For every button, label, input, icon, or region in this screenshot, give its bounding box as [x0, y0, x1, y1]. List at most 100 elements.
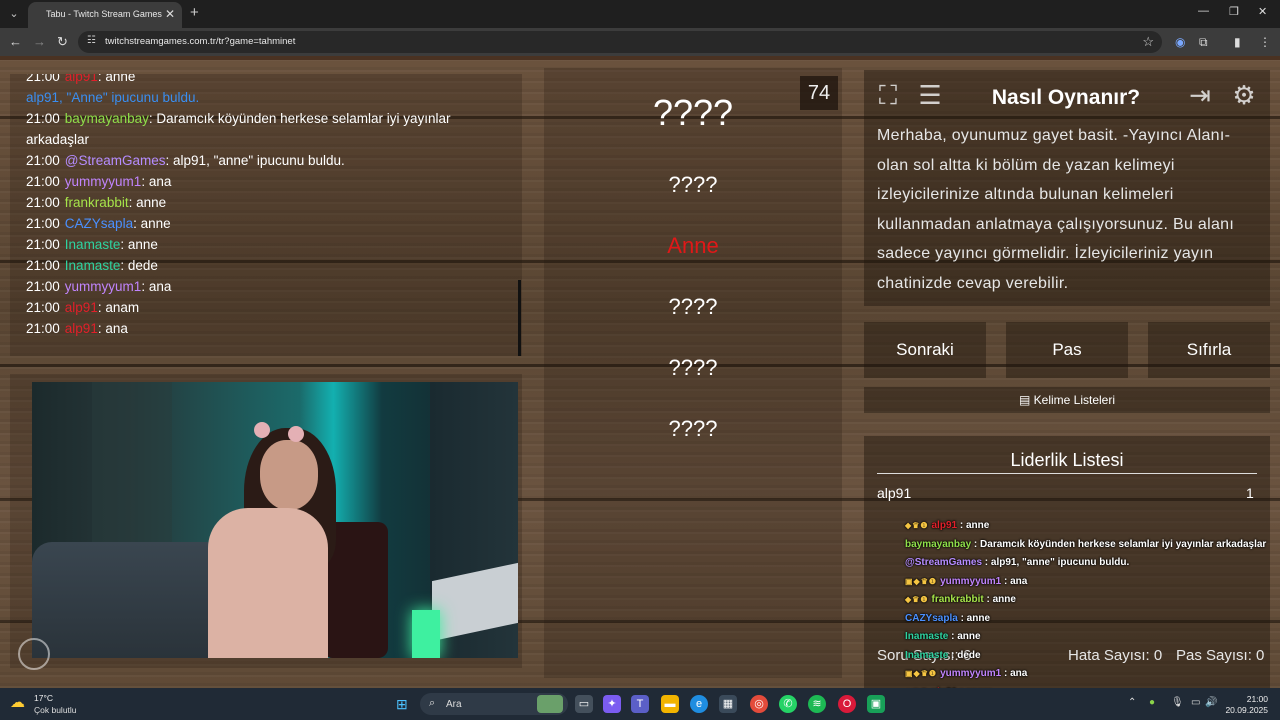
tray-app-icon[interactable]: ●	[1149, 697, 1155, 708]
document-icon[interactable]: ☰	[913, 78, 947, 112]
game-app-icon[interactable]: ▣	[867, 695, 885, 713]
url-text[interactable]: twitchstreamgames.com.tr/tr?game=tahmine…	[105, 36, 295, 47]
word-lists-button[interactable]: ▤ Kelime Listeleri	[864, 387, 1270, 413]
chat-text: : ana	[97, 321, 128, 336]
copilot-icon[interactable]: ✦	[603, 695, 621, 713]
chat-timestamp: 21:00	[26, 216, 60, 231]
settings-gear-icon[interactable]: ⚙	[1227, 78, 1261, 112]
browser-tab[interactable]: Tabu - Twitch Stream Games ✕	[28, 2, 182, 28]
bookmark-star-icon[interactable]: ☆	[1142, 34, 1154, 50]
chat-username[interactable]: frankrabbit	[65, 195, 129, 210]
site-info-icon[interactable]: ☷	[87, 35, 96, 46]
extension-icon[interactable]: ◉	[1175, 35, 1185, 49]
webcam-door	[92, 382, 172, 542]
tab-close-icon[interactable]: ✕	[165, 7, 175, 21]
chat-username[interactable]: alp91,	[26, 90, 67, 105]
chat-message: 21:00 yummyyum1: ana	[26, 171, 476, 192]
window-close-icon[interactable]: ✕	[1258, 5, 1267, 18]
chat-username[interactable]: Inamaste	[65, 258, 121, 273]
chat-username[interactable]: @StreamGames	[65, 153, 166, 168]
chat-badges-icon: ▣◆♛❶	[905, 576, 938, 586]
error-count: Hata Sayısı: 0	[1068, 647, 1163, 664]
overlay-chat-message: ▣◆♛❶ yummyyum1 : ana	[905, 576, 1027, 587]
reset-button[interactable]: Sıfırla	[1148, 322, 1270, 378]
forward-icon[interactable]: →	[33, 34, 46, 49]
overlay-chat-text: : anne	[957, 612, 991, 624]
chat-timestamp: 21:00	[26, 258, 60, 273]
chrome-icon[interactable]: ◎	[750, 695, 768, 713]
overlay-chat-username: CAZYsapla	[905, 612, 958, 624]
widget-app-icon[interactable]	[537, 695, 563, 713]
taboo-word: ????	[668, 172, 718, 197]
profile-avatar-icon[interactable]: ▮	[1234, 35, 1241, 49]
chat-username[interactable]: yummyyum1	[65, 174, 142, 189]
tab-search-icon[interactable]: ⌄	[6, 6, 22, 22]
overlay-chat-username: yummyyum1	[940, 668, 1002, 679]
weather-temperature[interactable]: 17°C	[34, 693, 53, 703]
opera-icon[interactable]: O	[838, 695, 856, 713]
edge-browser-icon[interactable]: e	[690, 695, 708, 713]
microphone-icon[interactable]: 🎙	[1171, 697, 1184, 708]
overlay-chat-text: : alp91, "anne" ipucunu buldu.	[982, 557, 1130, 568]
address-bar[interactable]: ☷ twitchstreamgames.com.tr/tr?game=tahmi…	[78, 31, 1162, 53]
spotify-icon[interactable]: ≋	[808, 695, 826, 713]
tab-bar: ⌄ Tabu - Twitch Stream Games ✕ + — ❐ ✕	[0, 0, 1280, 28]
restore-icon[interactable]: ❐	[1229, 5, 1239, 18]
overlay-chat-message: ◆♛❶ frankrabbit : anne	[905, 594, 1016, 605]
chat-username[interactable]: yummyyum1	[65, 279, 142, 294]
overlay-chat-message: ◆♛❶ alp91 : anne	[905, 520, 989, 531]
next-button[interactable]: Sonraki	[864, 322, 986, 378]
extensions-puzzle-icon[interactable]: ⧉	[1199, 35, 1208, 50]
taboo-word: ????	[668, 355, 718, 380]
tray-overflow-icon[interactable]: ⌃	[1128, 697, 1136, 708]
chat-username[interactable]: CAZYsapla	[65, 216, 133, 231]
chat-text: : ana	[141, 279, 172, 294]
file-explorer-icon[interactable]: ▬	[661, 695, 679, 713]
chat-username[interactable]: alp91	[65, 321, 98, 336]
network-icon[interactable]: ▭	[1191, 697, 1200, 708]
overlay-chat-username: frankrabbit	[931, 594, 984, 605]
chat-text: "Anne" ipucunu buldu.	[66, 90, 200, 105]
whatsapp-icon[interactable]: ✆	[779, 695, 797, 713]
tab-title: Tabu - Twitch Stream Games	[46, 9, 162, 19]
pass-button[interactable]: Pas	[1006, 322, 1128, 378]
chat-message: 21:00 alp91: anne	[26, 74, 476, 87]
chat-text: : anne	[133, 216, 171, 231]
overlay-chat-username: alp91	[931, 520, 958, 531]
fullscreen-icon[interactable]: ⛶	[871, 78, 905, 112]
weather-cloud-icon[interactable]: ☁	[10, 693, 30, 713]
overlay-chat-text: : Daramcık köyünden herkese selamlar iyi…	[971, 538, 1267, 550]
chat-message: 21:00 baymayanbay: Daramcık köyünden herk…	[26, 108, 476, 150]
webcam-cat-ear	[288, 426, 304, 442]
reload-icon[interactable]: ↻	[57, 34, 68, 50]
chat-timestamp: 21:00	[26, 74, 60, 84]
teams-icon[interactable]: T	[631, 695, 649, 713]
new-tab-icon[interactable]: +	[190, 4, 199, 21]
chat-message: 21:00 yummyyum1: ana	[26, 276, 476, 297]
minimize-icon[interactable]: —	[1198, 5, 1209, 17]
taskbar-clock[interactable]: 21:00 20.09.2025	[1220, 694, 1268, 716]
overlay-chat-text: : anne	[957, 520, 990, 531]
task-view-icon[interactable]: ▭	[575, 695, 593, 713]
chat-username[interactable]: alp91	[65, 74, 98, 84]
chat-scrollbar[interactable]	[518, 280, 521, 356]
volume-icon[interactable]: 🔊	[1205, 697, 1217, 708]
logout-icon[interactable]: ⇥	[1183, 78, 1217, 112]
webcam-person	[208, 508, 328, 658]
windows-start-icon[interactable]: ⊞	[396, 696, 412, 712]
weather-description[interactable]: Çok bulutlu	[34, 705, 77, 715]
chat-text: : alp91, "anne" ipucunu buldu.	[165, 153, 345, 168]
store-icon[interactable]: ▦	[719, 695, 737, 713]
chat-username[interactable]: alp91	[65, 300, 98, 315]
overlay-chat-message: ▣◆♛❶ yummyyum1 : ana	[905, 668, 1027, 679]
overlay-chat-username: baymayanbay	[905, 538, 972, 550]
webcam-cat-ear	[254, 422, 270, 438]
browser-menu-icon[interactable]: ⋮	[1259, 35, 1271, 49]
chat-timestamp: 21:00	[26, 174, 60, 189]
chat-username[interactable]: baymayanbay	[65, 111, 149, 126]
overlay-chat-text: : ana	[1001, 575, 1028, 587]
chat-username[interactable]: Inamaste	[65, 237, 121, 252]
back-icon[interactable]: ←	[9, 34, 22, 49]
taboo-word: ????	[668, 416, 718, 441]
webcam-face	[260, 440, 318, 510]
